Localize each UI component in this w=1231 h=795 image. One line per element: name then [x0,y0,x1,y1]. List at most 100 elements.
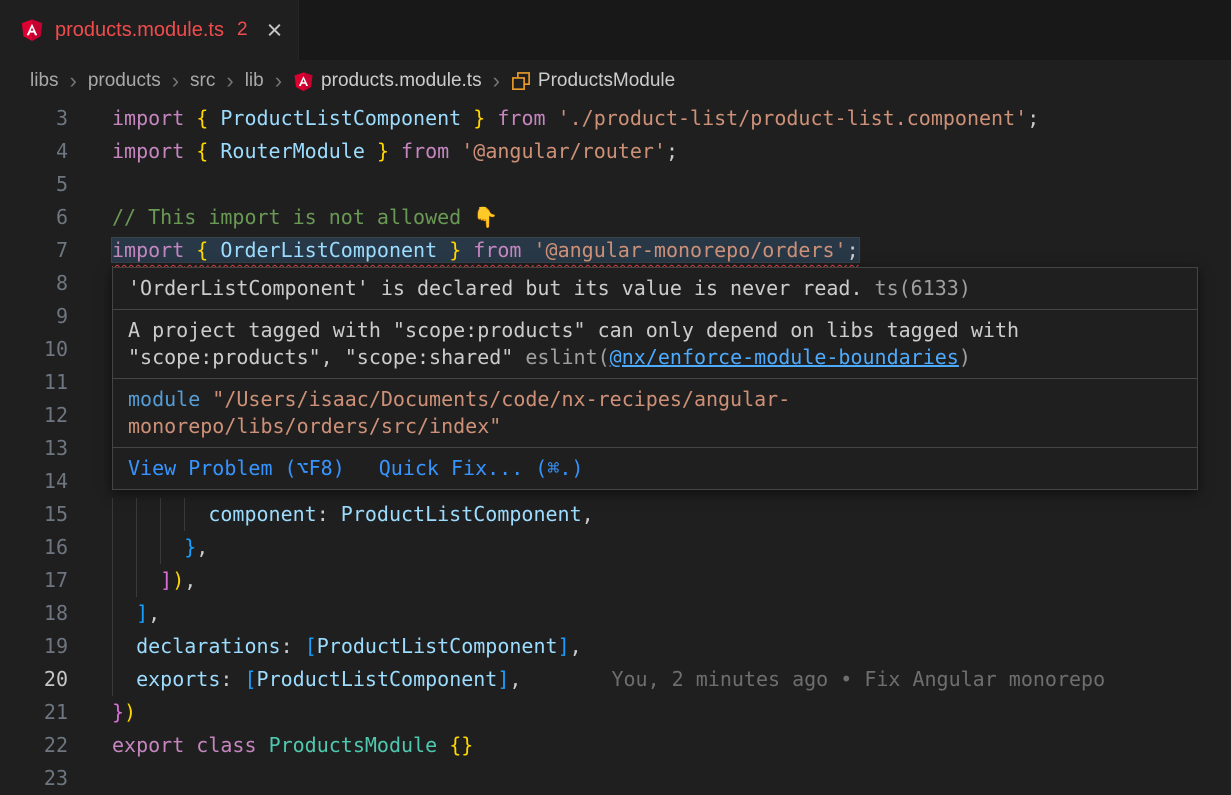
code-line[interactable]: 22export class ProductsModule {} [0,729,1231,762]
line-number[interactable]: 17 [0,564,68,597]
line-number[interactable]: 23 [0,762,68,795]
indent-guide [136,564,137,597]
code-token: export [112,733,184,757]
code-line[interactable]: 20 exports: [ProductListComponent],You, … [0,663,1231,696]
breadcrumb-item-products-module-ts[interactable]: products.module.ts [293,70,482,92]
code-token: ; [847,238,859,262]
view-problem-button[interactable]: View Problem (⌥F8) [128,455,345,482]
code-text: declarations: [ProductListComponent], [68,630,1231,663]
eslint-rule-link[interactable]: @nx/enforce-module-boundaries [610,345,959,369]
code-token: ] [558,634,570,658]
code-line[interactable]: 3import { ProductListComponent } from '.… [0,102,1231,135]
hover-text: eslint( [525,345,609,369]
code-token [461,106,473,130]
code-line[interactable]: 6// This import is not allowed 👇 [0,201,1231,234]
line-number[interactable]: 18 [0,597,68,630]
line-number[interactable]: 16 [0,531,68,564]
code-token: import [112,139,184,163]
breadcrumb-label: src [190,70,215,92]
close-icon[interactable]: × [267,17,283,44]
code-line[interactable]: 15 component: ProductListComponent, [0,498,1231,531]
code-line[interactable]: 23 [0,762,1231,795]
code-token: { [196,139,208,163]
code-token: ProductListComponent [257,667,498,691]
angular-icon [293,71,314,92]
code-token: ProductListComponent [317,634,558,658]
code-line[interactable]: 19 declarations: [ProductListComponent], [0,630,1231,663]
line-number[interactable]: 7 [0,234,68,267]
code-token: OrderListComponent [220,238,437,262]
code-token: ProductListComponent [341,502,582,526]
indent-guide [112,564,113,597]
code-token: ; [1027,106,1039,130]
code-token: ) [124,700,136,724]
code-token: ProductsModule [269,733,438,757]
code-token: 👇 [473,205,498,229]
breadcrumb-label: lib [245,70,264,92]
breadcrumb-item-products[interactable]: products [88,70,161,92]
line-number[interactable]: 8 [0,267,68,300]
code-text: import { RouterModule } from '@angular/r… [68,135,1231,168]
breadcrumb-label: ProductsModule [538,70,675,92]
line-number[interactable]: 15 [0,498,68,531]
line-number[interactable]: 14 [0,465,68,498]
indent-guide [184,498,185,531]
code-token [184,139,196,163]
hover-section-module-info: module "/Users/isaac/Documents/code/nx-r… [113,378,1197,447]
editor-tab[interactable]: products.module.ts 2 × [0,0,299,60]
hover-text: 'OrderListComponent' is declared but its… [128,276,863,300]
symbol-class-icon [511,71,531,91]
breadcrumb-separator: › [70,70,77,92]
code-line[interactable]: 17 ]), [0,564,1231,597]
code-token: import [112,106,184,130]
code-line[interactable]: 5 [0,168,1231,201]
code-line[interactable]: 16 }, [0,531,1231,564]
code-token [184,106,196,130]
breadcrumb-separator: › [275,70,282,92]
line-number[interactable]: 21 [0,696,68,729]
line-number[interactable]: 19 [0,630,68,663]
code-text [68,762,1231,795]
code-line[interactable]: 21}) [0,696,1231,729]
code-token [389,139,401,163]
line-number[interactable]: 9 [0,300,68,333]
breadcrumb-item-lib[interactable]: lib [245,70,264,92]
code-token: : [317,502,341,526]
breadcrumb-item-libs[interactable]: libs [30,70,59,92]
line-number[interactable]: 11 [0,366,68,399]
line-number[interactable]: 3 [0,102,68,135]
quick-fix-button[interactable]: Quick Fix... (⌘.) [379,455,584,482]
line-number[interactable]: 4 [0,135,68,168]
code-token [208,139,220,163]
code-token: } [377,139,389,163]
code-token [112,634,136,658]
vscode-window: { "colors": { "ui": { "editorBg": "#1F1F… [0,0,1231,780]
breadcrumb: libs›products›src›lib›products.module.ts… [0,60,1231,102]
breadcrumb-separator: › [226,70,233,92]
indent-guide [112,630,113,663]
code-token [184,733,196,757]
line-number[interactable]: 22 [0,729,68,762]
code-token [485,106,497,130]
code-text: import { OrderListComponent } from '@ang… [68,234,1231,267]
line-number[interactable]: 13 [0,432,68,465]
line-number[interactable]: 12 [0,399,68,432]
tab-title: products.module.ts [55,19,224,42]
code-token: , [570,634,582,658]
code-text: component: ProductListComponent, [68,498,1231,531]
code-token: ) [172,568,184,592]
line-number[interactable]: 10 [0,333,68,366]
code-token: } [473,106,485,130]
breadcrumb-item-productsmodule[interactable]: ProductsModule [511,70,675,92]
line-number[interactable]: 6 [0,201,68,234]
line-number[interactable]: 20 [0,663,68,696]
indent-guide [112,498,113,531]
line-number[interactable]: 5 [0,168,68,201]
code-line[interactable]: 18 ], [0,597,1231,630]
code-line[interactable]: 7import { OrderListComponent } from '@an… [0,234,1231,267]
code-token [449,139,461,163]
code-line[interactable]: 4import { RouterModule } from '@angular/… [0,135,1231,168]
breadcrumb-item-src[interactable]: src [190,70,215,92]
code-token: ] [497,667,509,691]
code-token: RouterModule [220,139,365,163]
